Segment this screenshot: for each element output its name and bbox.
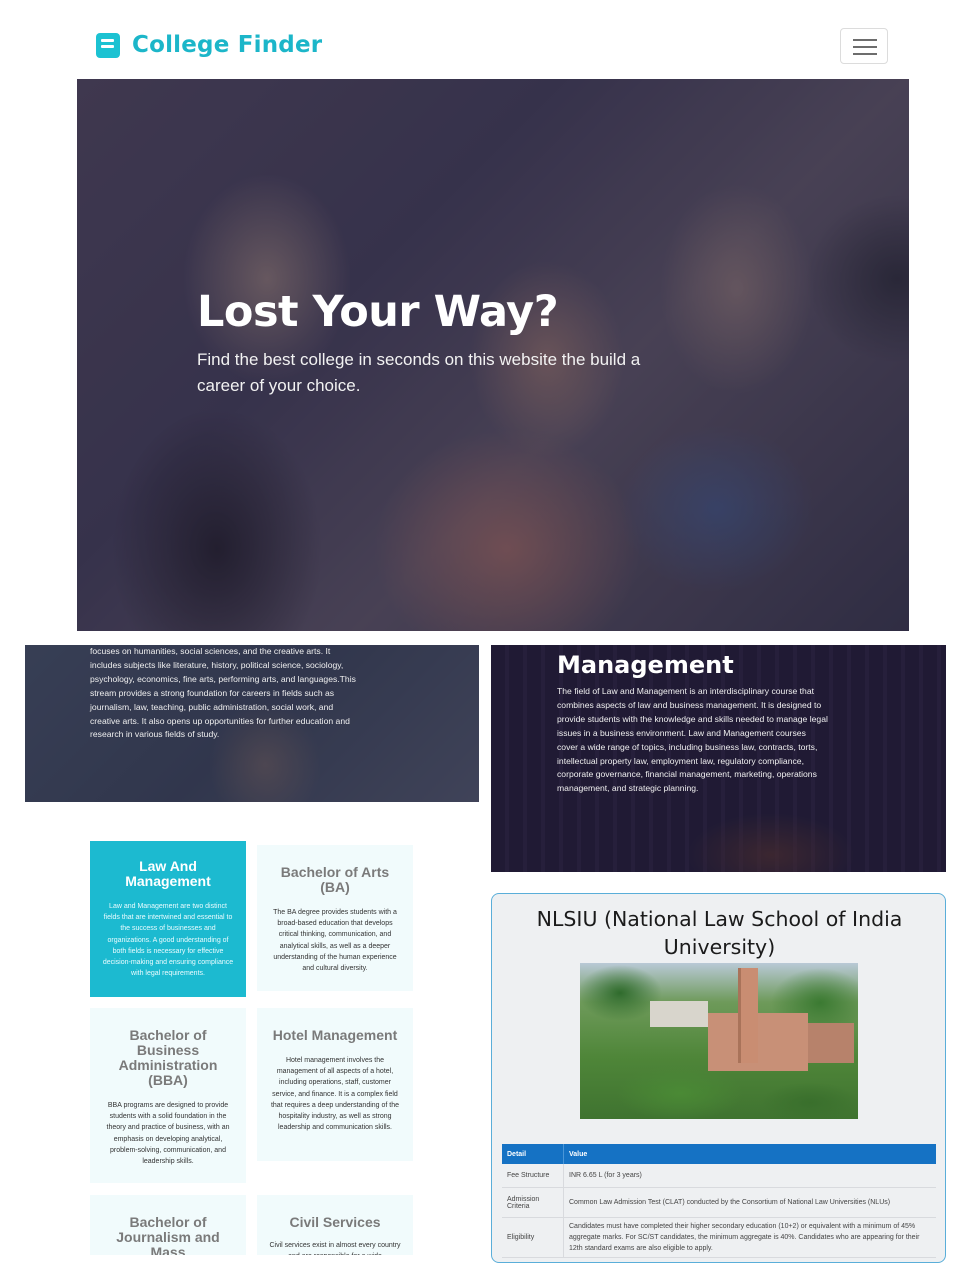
table-row: Admission Criteria Common Law Admission …	[502, 1188, 936, 1218]
course-card-text: The BA degree provides students with a b…	[273, 909, 397, 973]
arts-stream-text: focuses on humanities, social sciences, …	[90, 646, 356, 740]
law-stream-title: Management	[557, 651, 734, 679]
table-header: Detail Value	[502, 1144, 936, 1164]
hero-subtitle: Find the best college in seconds on this…	[197, 350, 641, 395]
law-stream-text: The field of Law and Management is an in…	[557, 686, 828, 794]
course-card-title: Bachelor of Business Administration (BBA…	[118, 1027, 218, 1088]
course-card-text: BBA programs are designed to provide stu…	[106, 1102, 230, 1166]
course-card-civil[interactable]: Civil Services Civil services exist in a…	[257, 1195, 413, 1255]
college-campus-image	[580, 963, 858, 1119]
college-name: NLSIU (National Law School of India Univ…	[536, 907, 903, 959]
course-card-title: Civil Services	[289, 1214, 381, 1230]
course-card-title: Hotel Management	[272, 1027, 398, 1043]
course-card-bba[interactable]: Bachelor of Business Administration (BBA…	[90, 1008, 246, 1183]
course-card-hotel[interactable]: Hotel Management Hotel management involv…	[257, 1008, 413, 1161]
table-row: Eligibility Candidates must have complet…	[502, 1218, 936, 1258]
college-detail-card: NLSIU (National Law School of India Univ…	[491, 893, 946, 1263]
book-icon	[96, 30, 120, 60]
hero-title: Lost Your Way?	[197, 287, 559, 337]
navbar: College Finder	[0, 0, 970, 80]
hamburger-menu-button[interactable]	[840, 28, 888, 64]
course-card-title: Bachelor of Arts (BA)	[280, 864, 390, 895]
table-row: Fee Structure INR 6.65 L (for 3 years)	[502, 1164, 936, 1188]
hamburger-icon	[853, 39, 877, 41]
course-card-title: Law And Management	[125, 858, 211, 889]
course-card-title: Bachelor of Journalism and Mass	[116, 1214, 220, 1256]
course-card-text: Hotel management involves the management…	[270, 1057, 400, 1132]
course-card-text: Civil services exist in almost every cou…	[269, 1242, 401, 1255]
law-stream-panel: Management The field of Law and Manageme…	[491, 645, 946, 872]
hero-banner: Lost Your Way? Find the best college in …	[77, 79, 909, 631]
course-card-ba[interactable]: Bachelor of Arts (BA) The BA degree prov…	[257, 845, 413, 991]
brand-name: College Finder	[132, 32, 323, 58]
college-details-table: Detail Value Fee Structure INR 6.65 L (f…	[502, 1144, 936, 1258]
course-card-journalism[interactable]: Bachelor of Journalism and Mass	[90, 1195, 246, 1255]
course-card-text: Law and Management are two distinct fiel…	[102, 903, 234, 978]
brand-link[interactable]: College Finder	[96, 30, 322, 60]
arts-stream-panel: focuses on humanities, social sciences, …	[25, 645, 479, 802]
course-card-law[interactable]: Law And Management Law and Management ar…	[90, 841, 246, 997]
